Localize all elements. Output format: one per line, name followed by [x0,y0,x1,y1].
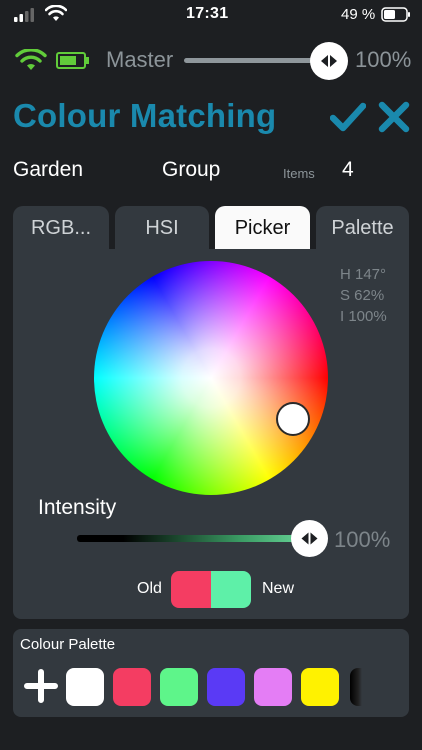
intensity-slider-handle[interactable] [291,520,328,557]
tab-picker[interactable]: Picker [215,206,310,250]
group-type: Group [162,158,221,181]
battery-percent: 49 % [341,6,376,23]
master-slider-track[interactable] [184,58,324,63]
plus-icon[interactable] [24,669,58,703]
saturation-readout: S 62% [340,287,385,304]
colour-wheel[interactable] [94,261,328,495]
status-time: 17:31 [186,5,229,22]
palette-swatch-partial[interactable] [350,668,362,706]
master-value: 100% [355,47,412,72]
palette-swatch[interactable] [66,668,104,706]
check-icon[interactable] [330,101,366,133]
battery-level-icon [56,52,89,69]
palette-swatch[interactable] [113,668,151,706]
palette-swatch[interactable] [160,668,198,706]
master-label: Master [106,47,174,72]
new-colour-swatch[interactable] [211,571,251,608]
intensity-slider-track[interactable] [77,535,309,542]
palette-swatch[interactable] [254,668,292,706]
items-label: Items [283,166,315,181]
tab-palette[interactable]: Palette [316,206,409,250]
palette-swatch[interactable] [207,668,245,706]
wifi-connected-icon [15,49,47,70]
palette-swatch[interactable] [301,668,339,706]
old-colour-label: Old [137,580,162,597]
master-slider-handle[interactable] [310,42,348,80]
tab-hsi[interactable]: HSI [115,206,209,250]
cellular-signal-icon [14,8,34,22]
battery-icon [381,7,410,22]
colour-wheel-marker[interactable] [276,402,310,436]
drag-arrows-icon [301,532,318,545]
hsi-readout: H 147° S 62% I 100% [340,264,387,327]
tab-rgb[interactable]: RGB... [13,206,109,250]
hue-readout: H 147° [340,266,387,283]
intensity-label: Intensity [38,496,117,519]
group-name: Garden [13,158,84,181]
intensity-readout: I 100% [340,308,387,325]
old-colour-swatch[interactable] [171,571,211,608]
new-colour-label: New [262,580,295,597]
intensity-value: 100% [334,527,391,552]
items-count: 4 [342,158,354,181]
close-icon[interactable] [377,101,411,133]
wifi-icon [45,5,67,21]
drag-arrows-icon [321,55,337,67]
page-title: Colour Matching [13,97,277,134]
colour-palette-label: Colour Palette [20,636,116,653]
status-bar: 17:31 49 % [0,0,422,30]
